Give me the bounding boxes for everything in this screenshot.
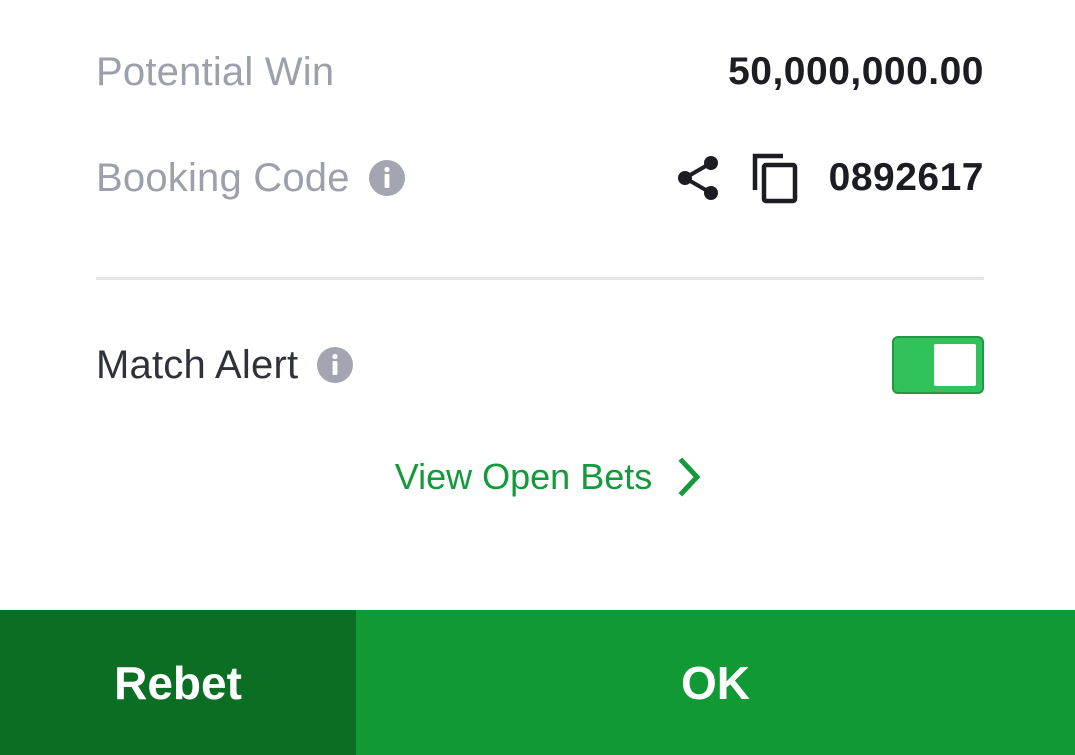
info-icon[interactable]: [368, 159, 406, 197]
action-footer: Rebet OK: [0, 610, 1075, 755]
chevron-right-icon: [674, 455, 704, 499]
view-open-bets-label: View Open Bets: [394, 456, 653, 497]
booking-code-label-group: Booking Code: [96, 156, 406, 201]
match-alert-label-group: Match Alert: [96, 343, 354, 388]
share-icon[interactable]: [675, 154, 721, 202]
potential-win-row: Potential Win 50,000,000.00: [96, 46, 984, 98]
match-alert-toggle[interactable]: [892, 336, 984, 394]
info-icon[interactable]: [316, 346, 354, 384]
booking-code-row: Booking Code 0892617: [96, 150, 984, 206]
potential-win-value: 50,000,000.00: [728, 50, 984, 93]
match-alert-row: Match Alert: [96, 334, 984, 396]
view-open-bets-link[interactable]: View Open Bets: [0, 455, 1075, 499]
booking-code-value: 0892617: [828, 156, 984, 199]
toggle-knob: [934, 344, 976, 386]
section-divider: [96, 277, 984, 280]
booking-code-label: Booking Code: [96, 155, 350, 200]
bet-confirmation-panel: Potential Win 50,000,000.00 Booking Code: [0, 0, 1075, 755]
potential-win-label: Potential Win: [96, 49, 335, 94]
ok-button[interactable]: OK: [356, 610, 1075, 755]
booking-code-actions: 0892617: [675, 152, 984, 204]
copy-icon[interactable]: [751, 152, 801, 204]
match-alert-label: Match Alert: [96, 342, 299, 387]
rebet-button[interactable]: Rebet: [0, 610, 356, 755]
